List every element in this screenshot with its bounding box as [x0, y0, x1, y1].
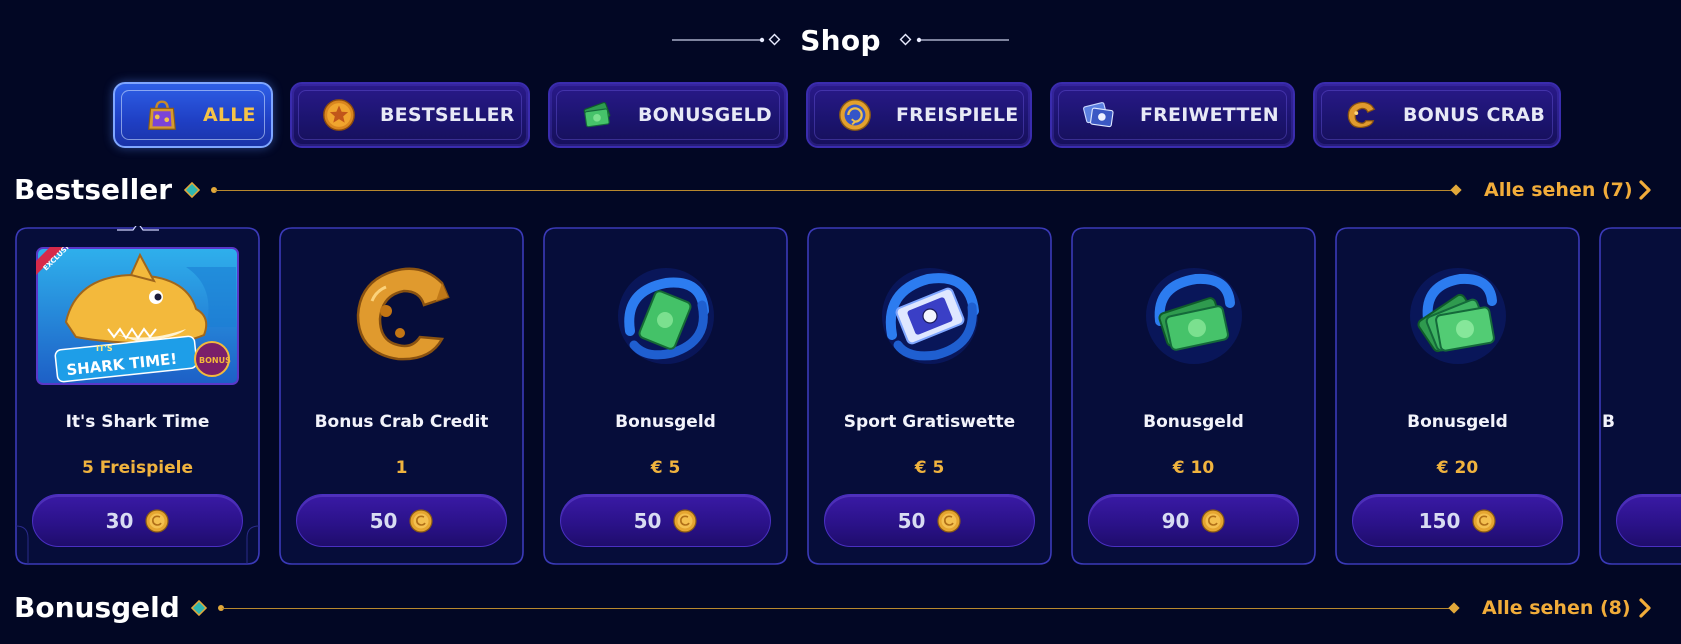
- product-card-sport-gratiswette[interactable]: Sport Gratiswette € 5 50: [806, 226, 1053, 566]
- price-label: 150: [1418, 508, 1461, 533]
- tab-alle[interactable]: ALLE: [113, 82, 273, 148]
- crab-claw-coin-icon: [356, 267, 450, 361]
- tab-label-alle: ALLE: [203, 104, 256, 126]
- see-all-bestseller-link[interactable]: Alle sehen (7): [1484, 170, 1633, 210]
- gold-coin-icon: [145, 508, 170, 533]
- section-title-bonusgeld: Bonusgeld: [14, 591, 180, 624]
- section-line-end: [1450, 184, 1462, 196]
- product-card-bonusgeld-20[interactable]: Bonusgeld € 20 150: [1334, 226, 1581, 566]
- section-header-bestseller: Bestseller Alle sehen (7): [0, 170, 1681, 210]
- bonus-cash-swirl-icon: [617, 268, 714, 364]
- product-card-bonusgeld-5[interactable]: Bonusgeld € 5 50: [542, 226, 789, 566]
- product-name: Bonusgeld: [1143, 412, 1244, 432]
- product-card-partial[interactable]: B: [1598, 226, 1681, 566]
- shopping-bag-icon: [148, 100, 176, 130]
- tab-bonusgeld[interactable]: BONUSGELD: [548, 82, 788, 148]
- shark-thumb-badge: BONUS: [199, 356, 231, 365]
- shark-time-thumbnail: EXCLUSIVE IT'S SHARK TIME! BONUS: [36, 247, 239, 385]
- product-name: It's Shark Time: [65, 412, 210, 432]
- gold-coin-icon: [409, 508, 434, 533]
- card-image: [1092, 246, 1295, 386]
- title-ornament-right: [899, 33, 1009, 46]
- tab-freispiele[interactable]: FREISPIELE: [806, 82, 1032, 148]
- money-bills-icon: [583, 102, 611, 128]
- tab-label-bonus-crab: BONUS CRAB: [1403, 104, 1546, 126]
- price-label: 90: [1161, 508, 1190, 533]
- section-divider-line: [215, 190, 1455, 191]
- tab-label-freiwetten: FREIWETTEN: [1140, 104, 1279, 126]
- section-divider-line: [222, 608, 1453, 609]
- diamond-gem-icon: [184, 182, 200, 198]
- shark-thumb-line1: IT'S: [96, 344, 113, 353]
- product-name: Bonusgeld: [615, 412, 716, 432]
- card-image: [1356, 246, 1559, 386]
- tab-freiwetten[interactable]: FREIWETTEN: [1050, 82, 1295, 148]
- page-header: Shop: [0, 18, 1681, 62]
- diamond-gem-icon: [191, 600, 207, 616]
- section-header-bonusgeld: Bonusgeld Alle sehen (8): [0, 588, 1681, 628]
- bestseller-product-row: EXCLUSIVE IT'S SHARK TIME! BONUS It's Sh…: [0, 226, 1681, 566]
- product-card-shark-time[interactable]: EXCLUSIVE IT'S SHARK TIME! BONUS It's Sh…: [14, 226, 261, 566]
- page-title: Shop: [800, 23, 881, 57]
- chevron-right-icon[interactable]: [1637, 596, 1653, 620]
- product-value: 5 Freispiele: [81, 458, 193, 478]
- buy-button[interactable]: 50: [824, 494, 1035, 547]
- product-card-bonus-crab-credit[interactable]: Bonus Crab Credit 1 50: [278, 226, 525, 566]
- category-tabs: ALLE BESTSELLER BONUSGELD FREISPIELE FRE…: [0, 82, 1681, 148]
- tab-bonus-crab[interactable]: BONUS CRAB: [1313, 82, 1561, 148]
- product-value: € 5: [650, 458, 681, 478]
- card-top-notch: [117, 226, 159, 231]
- tab-bestseller[interactable]: BESTSELLER: [290, 82, 530, 148]
- gold-coin-icon: [673, 508, 698, 533]
- card-image: [564, 246, 767, 386]
- star-medal-icon: [323, 99, 355, 131]
- gold-coin-icon: [937, 508, 962, 533]
- card-image: [300, 246, 503, 386]
- title-ornament-left: [672, 33, 781, 46]
- section-line-end: [1448, 602, 1460, 614]
- buy-button[interactable]: 30: [32, 494, 243, 547]
- buy-button[interactable]: 150: [1352, 494, 1563, 547]
- buy-button[interactable]: [1616, 494, 1681, 547]
- buy-button[interactable]: 90: [1088, 494, 1299, 547]
- product-card-bonusgeld-10[interactable]: Bonusgeld € 10 90: [1070, 226, 1317, 566]
- price-label: 50: [633, 508, 662, 533]
- tab-label-bestseller: BESTSELLER: [380, 104, 515, 126]
- price-label: 50: [369, 508, 398, 533]
- buy-button[interactable]: 50: [560, 494, 771, 547]
- product-name: B: [1602, 412, 1615, 432]
- tab-label-bonusgeld: BONUSGELD: [638, 104, 772, 126]
- sport-bet-ticket-icon: [881, 268, 979, 364]
- see-all-bonusgeld-link[interactable]: Alle sehen (8): [1482, 588, 1631, 628]
- card-image: EXCLUSIVE IT'S SHARK TIME! BONUS: [36, 246, 239, 386]
- product-name: Bonus Crab Credit: [314, 412, 489, 432]
- bonus-cash-pile-icon: [1409, 268, 1506, 364]
- price-label: 50: [897, 508, 926, 533]
- card-image: [828, 246, 1031, 386]
- gold-coin-icon: [1472, 508, 1496, 533]
- section-title-bestseller: Bestseller: [14, 173, 173, 206]
- product-value: € 20: [1436, 458, 1479, 478]
- bet-tickets-icon: [1083, 102, 1114, 128]
- buy-button[interactable]: 50: [296, 494, 507, 547]
- price-label: 30: [105, 508, 134, 533]
- product-value: € 10: [1172, 458, 1215, 478]
- product-name: Sport Gratiswette: [843, 412, 1016, 432]
- free-spin-coin-icon: [839, 99, 871, 131]
- tab-label-freispiele: FREISPIELE: [896, 104, 1019, 126]
- gold-coin-icon: [1201, 508, 1226, 533]
- crab-claw-icon: [1347, 101, 1376, 129]
- bonus-cash-stack-icon: [1145, 268, 1242, 364]
- product-value: € 5: [914, 458, 945, 478]
- product-value: 1: [395, 458, 408, 478]
- chevron-right-icon[interactable]: [1637, 178, 1653, 202]
